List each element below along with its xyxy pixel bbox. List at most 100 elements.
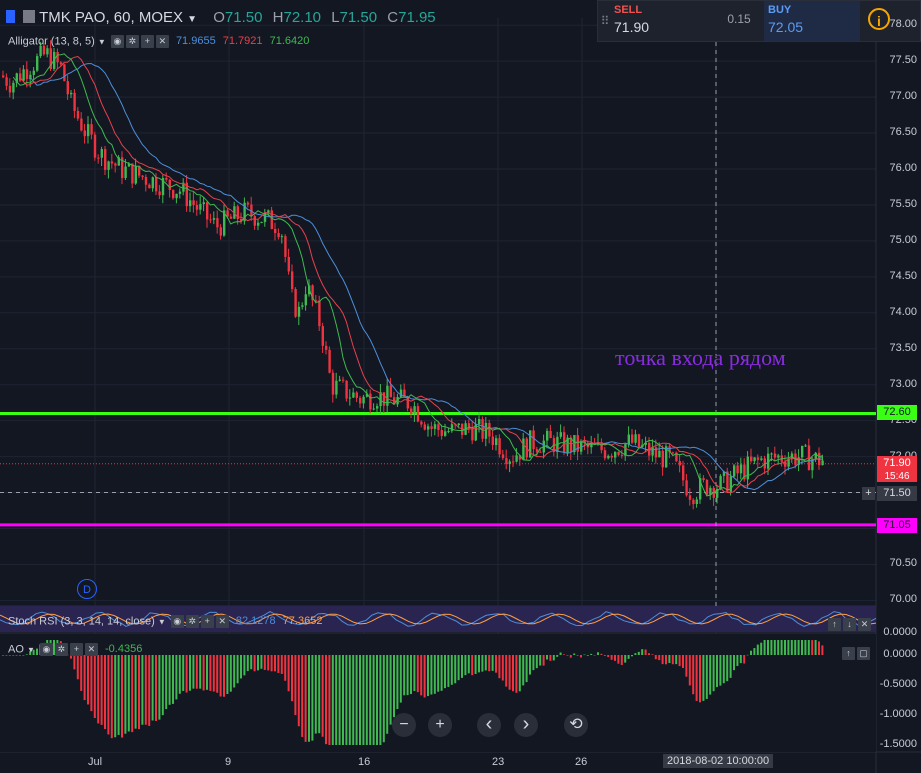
ao-bar: [651, 654, 654, 655]
candle-body: [212, 218, 216, 220]
ao-bar: [246, 655, 249, 672]
ao-bar: [165, 655, 168, 710]
symbol-header[interactable]: TMK PAO, 60, MOEX ▼ O71.50 H72.10 L71.50…: [6, 9, 436, 26]
candle-body: [342, 379, 345, 381]
symbol-title[interactable]: TMK PAO, 60, MOEX: [39, 9, 183, 26]
candle-body: [297, 306, 301, 317]
ao-bar: [223, 655, 225, 697]
ao-bar: [467, 655, 470, 674]
ao-bar: [750, 650, 752, 655]
candle-body: [87, 124, 90, 137]
add-order-icon[interactable]: +: [862, 486, 875, 500]
entry-point-annotation[interactable]: точка входа рядом: [615, 345, 786, 371]
price-chart[interactable]: [0, 0, 921, 773]
alligator-label[interactable]: Alligator (13, 8, 5): [8, 35, 95, 47]
ao-bar: [821, 645, 824, 655]
ao-bar: [263, 655, 266, 670]
ao-bar: [114, 655, 117, 738]
eye-icon[interactable]: ◉: [170, 615, 184, 628]
chevron-down-icon[interactable]: ▼: [98, 37, 106, 46]
ao-bar: [110, 655, 113, 739]
ao-bar: [488, 655, 491, 672]
candle-body: [430, 426, 433, 429]
scroll-left-button[interactable]: ‹: [477, 713, 501, 737]
alligator-legend[interactable]: Alligator (13, 8, 5) ▼ ◉ ✲ + ✕ 71.9655 71.7…: [8, 35, 309, 48]
ao-bar: [253, 655, 256, 672]
ao-bar: [331, 655, 334, 745]
ao-bar: [229, 655, 232, 692]
price-tick-label: 77.50: [889, 54, 917, 67]
pane-down-icon[interactable]: ↓: [843, 618, 856, 632]
pane-up-icon[interactable]: ↑: [842, 647, 855, 661]
ao-bar: [586, 655, 589, 656]
add-icon[interactable]: +: [200, 615, 214, 628]
candle-body: [620, 454, 624, 456]
zoom-in-button[interactable]: +: [428, 713, 452, 737]
buy-button[interactable]: BUY 72.05: [764, 1, 860, 41]
dividend-marker[interactable]: D: [77, 579, 97, 599]
chevron-down-icon[interactable]: ▼: [158, 617, 166, 626]
ao-bar: [716, 655, 718, 688]
candle-body: [535, 449, 539, 452]
candle-body: [206, 202, 209, 220]
candle-body: [355, 392, 358, 398]
level-tag-magenta: 71.05: [877, 517, 917, 533]
add-icon[interactable]: +: [140, 35, 154, 48]
ao-bar: [382, 655, 385, 743]
candle-body: [651, 447, 654, 456]
ao-label[interactable]: AO: [8, 643, 24, 655]
price-tick-label: 73.00: [889, 377, 917, 390]
candle-body: [294, 288, 297, 317]
candle-body: [97, 157, 100, 159]
candle-body: [607, 455, 610, 459]
alligator-lips-line: [12, 53, 823, 497]
candle-body: [335, 380, 338, 395]
ao-bar: [457, 655, 460, 681]
eye-icon[interactable]: ◉: [39, 643, 53, 656]
scroll-right-button[interactable]: ›: [514, 713, 538, 737]
candle-body: [12, 82, 15, 93]
candle-body: [559, 432, 562, 437]
ao-legend[interactable]: AO ▼ ◉ ✲ + ✕ -0.4356: [8, 643, 142, 656]
candle-body: [603, 450, 607, 459]
chevron-down-icon[interactable]: ▼: [27, 645, 35, 654]
close-icon[interactable]: ✕: [155, 35, 169, 48]
zoom-out-button[interactable]: −: [392, 713, 416, 737]
ao-bar: [474, 655, 477, 674]
pane-close-icon[interactable]: ✕: [858, 618, 871, 632]
symbol-color-square: [6, 10, 15, 23]
stoch-rsi-label[interactable]: Stoch RSI (3, 3, 14, 14, close): [8, 615, 155, 627]
sell-button[interactable]: SELL 71.90: [614, 1, 714, 41]
gear-icon[interactable]: ✲: [125, 35, 139, 48]
ao-bar: [807, 640, 810, 655]
candle-body: [352, 392, 355, 398]
drag-handle-icon[interactable]: ⠿: [598, 1, 612, 41]
alligator-teeth-line: [19, 55, 823, 494]
reset-chart-button[interactable]: ⟲: [564, 713, 588, 737]
ao-bar: [212, 655, 215, 692]
candle-body: [267, 210, 270, 213]
ao-bar: [739, 655, 742, 664]
candle-body: [253, 216, 256, 226]
pane-up-icon[interactable]: ↑: [828, 618, 841, 632]
candle-body: [56, 51, 59, 63]
chevron-down-icon[interactable]: ▼: [187, 14, 197, 25]
candle-body: [671, 452, 675, 454]
close-icon[interactable]: ✕: [84, 643, 98, 656]
ao-bar: [501, 655, 504, 681]
candle-body: [678, 461, 681, 466]
pane-maximize-icon[interactable]: ▢: [857, 647, 870, 661]
ao-bar: [770, 640, 773, 655]
gear-icon[interactable]: ✲: [185, 615, 199, 628]
stoch-rsi-legend[interactable]: Stoch RSI (3, 3, 14, 14, close) ▼ ◉ ✲ + ✕ 8…: [8, 615, 322, 628]
ao-bar: [348, 655, 351, 745]
ao-bar: [158, 655, 161, 720]
ao-bar: [280, 655, 283, 674]
pane-controls: ↑ ↓ ✕: [826, 616, 871, 634]
eye-icon[interactable]: ◉: [110, 35, 124, 48]
open-value: 71.50: [224, 9, 263, 26]
add-icon[interactable]: +: [69, 643, 83, 656]
gear-icon[interactable]: ✲: [54, 643, 68, 656]
ao-bar: [182, 655, 185, 691]
close-icon[interactable]: ✕: [215, 615, 229, 628]
